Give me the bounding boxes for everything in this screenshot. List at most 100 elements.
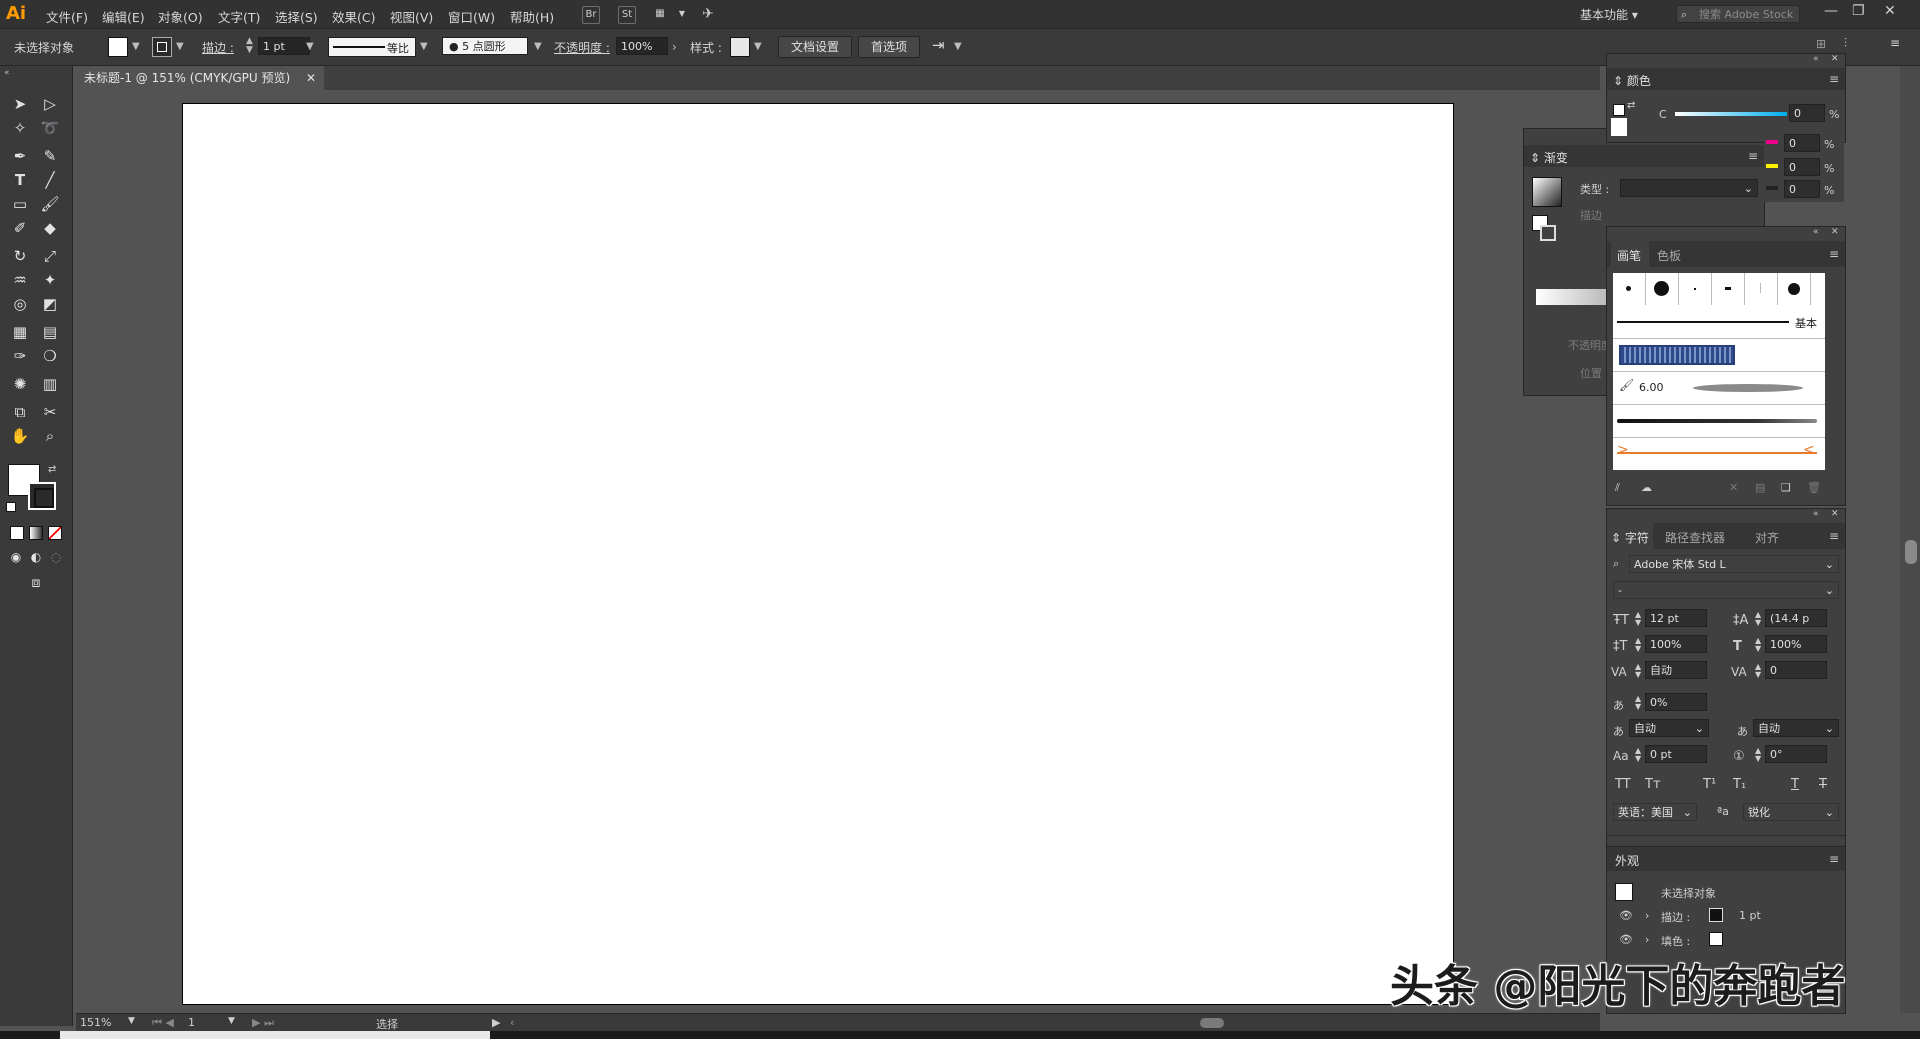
antialias-select[interactable]: 锐化 ⌄	[1743, 803, 1839, 821]
graph-tool-icon[interactable]: ▥	[38, 373, 62, 395]
curvature-tool-icon[interactable]: ✎	[38, 145, 62, 167]
superscript-icon[interactable]: T¹	[1703, 777, 1716, 792]
warp-tool-icon[interactable]: ♒	[8, 269, 32, 291]
gradient-stroke-icon[interactable]	[1540, 225, 1556, 241]
stroke-label[interactable]: 描边 :	[202, 39, 234, 56]
appearance-stroke-value[interactable]: 1 pt	[1739, 909, 1761, 922]
gradient-tool-icon[interactable]: ▤	[38, 321, 62, 343]
aki-left-select[interactable]: 自动 ⌄	[1629, 719, 1709, 737]
arrange-documents-icon[interactable]: ▦	[652, 6, 668, 22]
tracking-field[interactable]: 0	[1765, 661, 1827, 679]
slice-tool-icon[interactable]: ✂	[38, 401, 62, 423]
aki-right-select[interactable]: 自动 ⌄	[1753, 719, 1839, 737]
panel-menu-icon[interactable]: ≡	[1748, 149, 1758, 163]
collapse-icon[interactable]: «	[1813, 227, 1819, 237]
zoom-tool-icon[interactable]: ⌕	[38, 425, 62, 447]
chevron-right-icon[interactable]: ›	[1645, 909, 1649, 922]
brush-charcoal[interactable]	[1613, 405, 1825, 438]
chevron-right-icon[interactable]: ›	[1645, 933, 1649, 946]
font-family-select[interactable]: Adobe 宋体 Std L ⌄	[1629, 555, 1839, 573]
appearance-fill-swatch[interactable]	[1709, 932, 1723, 946]
color-fill-icon[interactable]	[1613, 104, 1625, 116]
stepper-icon[interactable]: ▲ ▼	[1635, 637, 1641, 653]
channel-m-field[interactable]: 0	[1784, 134, 1820, 152]
chevron-right-icon[interactable]: ›	[672, 40, 677, 54]
appearance-fill-label[interactable]: 填色 :	[1661, 933, 1690, 949]
menu-window[interactable]: 窗口(W)	[448, 7, 495, 26]
stepper-icon[interactable]: ▲ ▼	[1635, 663, 1641, 679]
delete-icon[interactable]: 🗑	[1807, 481, 1821, 494]
stepper-icon[interactable]: ▲ ▼	[1755, 637, 1761, 653]
strikethrough-icon[interactable]: T	[1819, 777, 1827, 792]
chevron-down-icon[interactable]: ▼	[176, 41, 184, 52]
shaper-tool-icon[interactable]: ✐	[8, 217, 32, 239]
direct-selection-tool-icon[interactable]: ▷	[38, 93, 62, 115]
artboard-number[interactable]: 1	[188, 1016, 195, 1029]
color-mode-icon[interactable]	[10, 526, 24, 540]
appearance-panel-title[interactable]: 外观	[1615, 852, 1639, 869]
font-style-select[interactable]: - ⌄	[1613, 581, 1839, 599]
first-artboard-icon[interactable]: ⏮ ◀	[152, 1016, 174, 1030]
panel-menu-icon[interactable]: ≡	[1829, 852, 1839, 866]
panel-menu-icon[interactable]: ≡	[1829, 72, 1839, 86]
artboard[interactable]	[182, 103, 1454, 1005]
chevron-down-icon[interactable]: ▼	[954, 41, 962, 52]
brush-small-dot[interactable]	[1613, 273, 1646, 305]
close-icon[interactable]: ✕	[1831, 54, 1839, 64]
last-artboard-icon[interactable]: ▶ ⏭	[252, 1016, 274, 1030]
brush-basic[interactable]: 基本	[1613, 306, 1825, 339]
tab-align[interactable]: 对齐	[1755, 529, 1779, 546]
swap-colors-icon[interactable]: ⇄	[48, 464, 56, 475]
stepper-icon[interactable]: ▲ ▼	[1755, 747, 1761, 763]
brush-arrow[interactable]: > <	[1613, 438, 1825, 470]
chevron-down-icon[interactable]: ▼	[534, 41, 542, 52]
brush-round-large[interactable]	[1778, 273, 1811, 305]
font-size-field[interactable]: 12 pt	[1645, 609, 1707, 627]
stroke-color-box[interactable]	[28, 482, 56, 510]
eraser-tool-icon[interactable]: ◆	[38, 217, 62, 239]
line-tool-icon[interactable]: ╱	[38, 169, 62, 191]
chevron-down-icon[interactable]: ▼	[674, 6, 690, 22]
blend-tool-icon[interactable]: ❍	[38, 345, 62, 367]
appearance-stroke-swatch[interactable]	[1709, 908, 1723, 922]
stroke-weight-field[interactable]: 1 pt	[258, 37, 310, 55]
menu-view[interactable]: 视图(V)	[390, 7, 433, 26]
brush-calligraphic[interactable]	[1712, 273, 1745, 305]
stepper-icon[interactable]: ▲ ▼	[246, 37, 253, 55]
chevron-down-icon[interactable]: ▼	[754, 41, 762, 52]
puppet-warp-tool-icon[interactable]: ✦	[38, 269, 62, 291]
tab-swatches[interactable]: 色板	[1657, 247, 1681, 264]
scroll-left-icon[interactable]: ‹	[510, 1016, 514, 1029]
brush-options-icon[interactable]: ▤	[1755, 481, 1765, 494]
draw-inside-icon[interactable]: ◌	[44, 546, 68, 568]
swap-colors-icon[interactable]: ⇄	[1627, 100, 1635, 111]
menu-icon[interactable]: ≡	[1890, 36, 1900, 50]
brush-libraries-icon[interactable]: ⫽	[1615, 481, 1620, 495]
scale-tool-icon[interactable]: ⤢	[38, 245, 62, 267]
menu-edit[interactable]: 编辑(E)	[102, 7, 145, 26]
remove-stroke-icon[interactable]: ✕	[1729, 481, 1738, 494]
channel-m-slider[interactable]	[1766, 140, 1778, 144]
rotate-tool-icon[interactable]: ↻	[8, 245, 32, 267]
close-icon[interactable]: ✕	[1884, 3, 1896, 19]
gradient-mode-icon[interactable]	[29, 526, 43, 540]
channel-y-slider[interactable]	[1766, 164, 1778, 168]
vertical-scale-field[interactable]: 100%	[1645, 635, 1707, 653]
perspective-grid-tool-icon[interactable]: ◩	[38, 293, 62, 315]
chevron-down-icon[interactable]: ▼	[128, 1016, 135, 1026]
chevron-down-icon[interactable]: ▼	[420, 41, 428, 52]
hand-tool-icon[interactable]: ✋	[8, 425, 32, 447]
stepper-icon[interactable]: ▲ ▼	[1635, 747, 1641, 763]
menu-select[interactable]: 选择(S)	[275, 7, 318, 26]
visibility-eye-icon[interactable]: 👁	[1619, 933, 1633, 946]
symbol-sprayer-tool-icon[interactable]: ✺	[8, 373, 32, 395]
artboard-tool-icon[interactable]: ⧉	[8, 401, 32, 423]
stepper-icon[interactable]: ▲ ▼	[1755, 663, 1761, 679]
baseline-shift-field[interactable]: 0 pt	[1645, 745, 1707, 763]
opacity-label[interactable]: 不透明度 :	[554, 39, 610, 56]
close-icon[interactable]: ✕	[1831, 227, 1839, 237]
chevron-down-icon[interactable]: ▼	[132, 41, 140, 52]
selection-tool-icon[interactable]: ➤	[8, 93, 32, 115]
gradient-slider[interactable]	[1536, 289, 1606, 305]
document-tab[interactable]: 未标题-1 @ 151% (CMYK/GPU 预览)	[76, 66, 324, 90]
